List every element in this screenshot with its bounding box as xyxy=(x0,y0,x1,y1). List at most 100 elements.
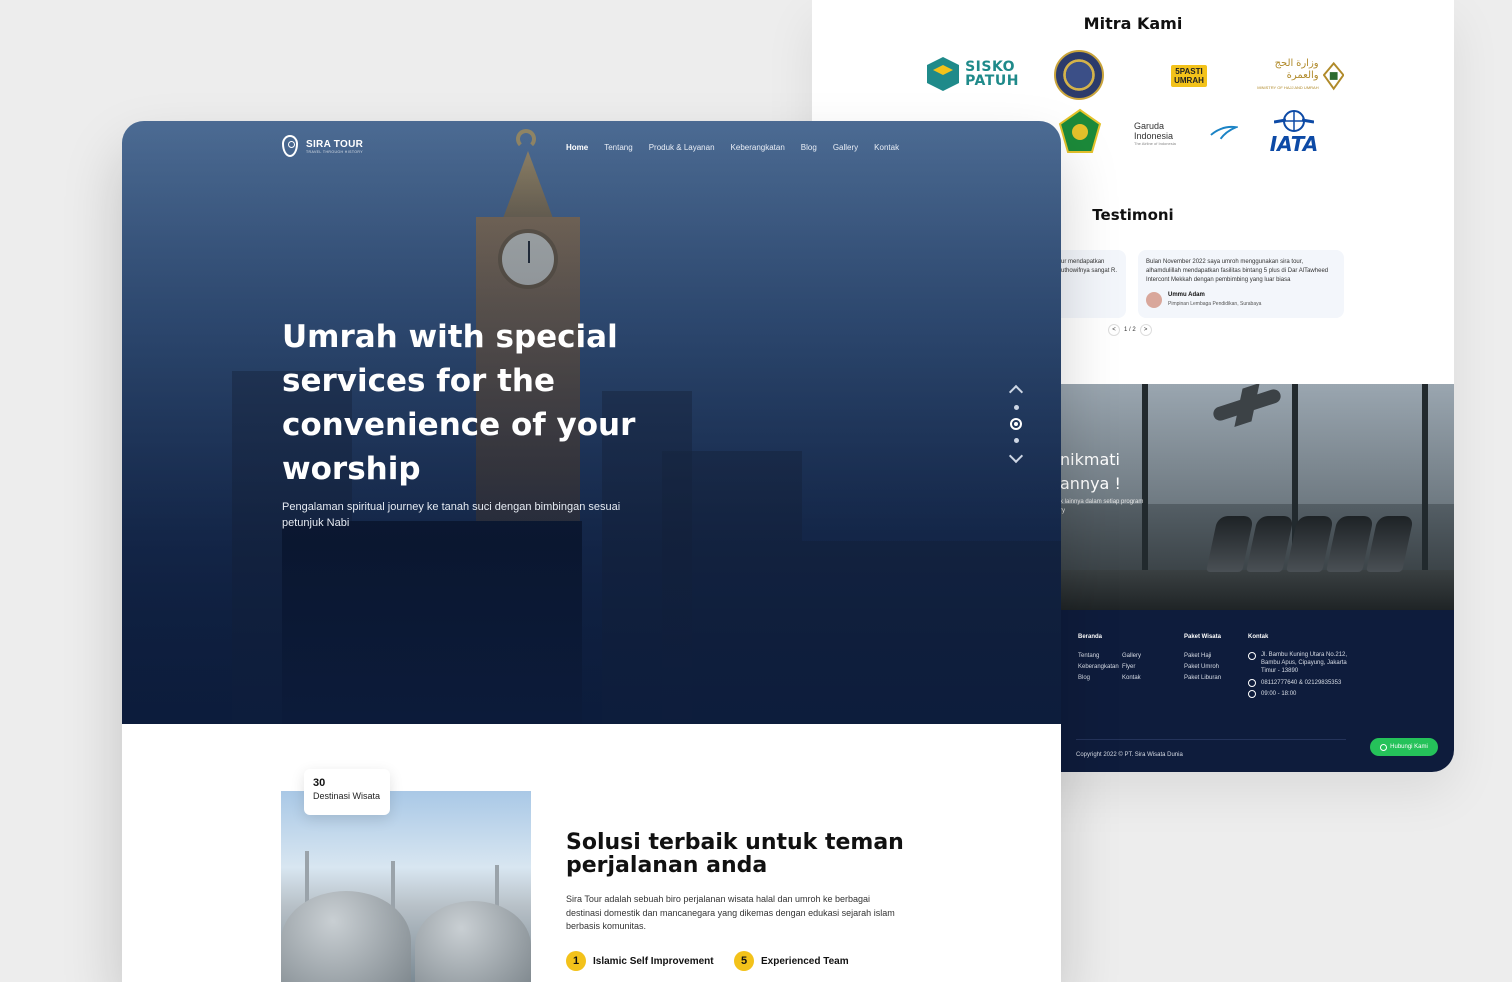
cta-sub-2: ry xyxy=(1060,508,1065,514)
iata-logo: IATA xyxy=(1256,108,1332,158)
sisko-text: SISKO xyxy=(965,59,1016,75)
nav-blog[interactable]: Blog xyxy=(801,143,817,152)
nav-keberangkatan[interactable]: Keberangkatan xyxy=(731,143,785,152)
nav-home[interactable]: Home xyxy=(566,143,588,152)
prev-button[interactable]: < xyxy=(1108,324,1120,336)
next-button[interactable]: > xyxy=(1139,324,1152,336)
footer-link[interactable]: Paket Umroh xyxy=(1184,662,1221,673)
testimonial-text: tour mendapatkan Muthowifnya sangat R. xyxy=(1056,259,1118,274)
cta-heading: nikmati annya ! xyxy=(1060,448,1121,496)
location-icon xyxy=(1248,652,1256,660)
partners-title: Mitra Kami xyxy=(1083,14,1183,33)
umrah-text: UMRAH xyxy=(1174,76,1204,85)
footer-address: Jl. Bambu Kuning Utara No.212, Bambu Apu… xyxy=(1261,652,1348,674)
front-page-preview: SIRA TOUR TRAVEL THROUGH HISTORY Home Te… xyxy=(122,121,1061,982)
garuda-name: Garuda Indonesia xyxy=(1134,120,1174,141)
location-pin-icon xyxy=(282,135,298,157)
brand-logo[interactable]: SIRA TOUR TRAVEL THROUGH HISTORY xyxy=(282,135,363,157)
clock-icon xyxy=(1248,690,1256,698)
footer-heading[interactable]: Beranda xyxy=(1078,632,1119,643)
destination-badge: 30 Destinasi Wisata xyxy=(304,769,390,815)
whatsapp-button[interactable]: Hubungi Kami xyxy=(1370,738,1438,756)
footer-link[interactable]: Paket Haji xyxy=(1184,651,1221,662)
nav-produk-layanan[interactable]: Produk & Layanan xyxy=(649,143,715,152)
chevron-up-icon[interactable] xyxy=(1008,384,1024,400)
feature-number: 1 xyxy=(566,951,586,971)
nav-kontak[interactable]: Kontak xyxy=(874,143,899,152)
nav-gallery[interactable]: Gallery xyxy=(833,143,858,152)
phone-icon xyxy=(1248,679,1256,687)
slide-dot[interactable] xyxy=(1013,438,1019,443)
hero-section: SIRA TOUR TRAVEL THROUGH HISTORY Home Te… xyxy=(122,121,1061,724)
ministry-hajj-logo: وزارة الحج والعمرة MINISTRY OF HAJJ AND … xyxy=(1242,56,1344,96)
sisko-patuh-logo: SISKO PATUH xyxy=(924,52,1020,96)
footer-link[interactable]: Blog xyxy=(1078,673,1119,684)
slider-controls xyxy=(1004,381,1028,467)
nav-tentang[interactable]: Tentang xyxy=(604,143,632,152)
mosque-photo xyxy=(281,791,531,982)
footer-link[interactable]: Flyer xyxy=(1122,662,1141,673)
footer-heading: Paket Wisata xyxy=(1184,634,1221,640)
main-nav: Home Tentang Produk & Layanan Keberangka… xyxy=(566,143,899,152)
slide-dot-active[interactable] xyxy=(1010,418,1022,430)
slide-dot[interactable] xyxy=(1013,405,1019,410)
cta-subtext: k lainnya dalam setiap program ry xyxy=(1060,498,1143,516)
5-pasti-umrah-logo: 5PASTI UMRAH xyxy=(1164,54,1214,98)
seat-image xyxy=(1366,516,1414,572)
feature-item: 5 Experienced Team xyxy=(734,951,849,971)
pasti-text: 5PASTI xyxy=(1175,67,1203,76)
footer-col-more: Gallery Flyer Kontak xyxy=(1122,651,1141,684)
solution-description: Sira Tour adalah sebuah biro perjalanan … xyxy=(566,894,895,931)
badge-number: 30 xyxy=(313,777,326,789)
footer-hours: 09:00 - 18:00 xyxy=(1261,691,1297,697)
whatsapp-label: Hubungi Kami xyxy=(1390,744,1428,750)
cta-line-2: annya ! xyxy=(1060,474,1121,493)
footer-col-beranda: Beranda Tentang Keberangkatan Blog xyxy=(1078,632,1119,684)
footer-divider xyxy=(1076,739,1346,740)
government-seal-logo xyxy=(1054,50,1104,100)
kaaba-emblem-icon xyxy=(1322,61,1344,91)
testimonial-author: Ummu Adam xyxy=(1168,292,1205,298)
pager-status: 1 / 2 xyxy=(1124,327,1136,333)
chevron-down-icon[interactable] xyxy=(1008,448,1024,464)
brand-name: SIRA TOUR xyxy=(306,138,364,150)
feature-label: Experienced Team xyxy=(761,955,849,967)
kemenag-logo xyxy=(1056,108,1104,156)
footer-link[interactable]: Kontak xyxy=(1122,673,1141,684)
footer-col-kontak: Kontak Jl. Bambu Kuning Utara No.212, Ba… xyxy=(1248,632,1348,700)
whatsapp-icon xyxy=(1380,743,1388,751)
hajj-english-text: MINISTRY OF HAJJ AND UMRAH xyxy=(1257,85,1319,90)
sisko-shield-icon xyxy=(927,57,960,91)
feature-label: Islamic Self Improvement xyxy=(593,955,714,967)
footer-link[interactable]: Paket Liburan xyxy=(1184,673,1221,684)
testimonial-pager: < 1 / 2 > xyxy=(1108,324,1152,336)
avatar xyxy=(1146,292,1162,308)
dome-image xyxy=(415,901,531,982)
globe-icon xyxy=(1274,110,1314,132)
garuda-wing-icon xyxy=(1210,125,1238,140)
badge-label: Destinasi Wisata xyxy=(313,791,381,801)
solution-title: Solusi terbaik untuk teman perjalanan an… xyxy=(566,830,904,878)
testimonial-role: Pimpinan Lembaga Pendidikan, Surabaya xyxy=(1168,301,1262,307)
footer-col-paket: Paket Wisata Paket Haji Paket Umroh Pake… xyxy=(1184,632,1221,684)
testimonial-text: Bulan November 2022 saya umroh menggunak… xyxy=(1146,259,1329,283)
footer-phone[interactable]: 08112777640 & 02129835353 xyxy=(1261,678,1341,689)
patuh-text: PATUH xyxy=(965,73,1019,89)
iata-text: IATA xyxy=(1269,132,1319,156)
footer-link[interactable]: Tentang xyxy=(1078,651,1119,662)
brand-tagline: TRAVEL THROUGH HISTORY xyxy=(306,149,364,154)
garuda-indonesia-logo: Garuda Indonesia The Airline of Indonesi… xyxy=(1134,118,1238,148)
hero-title: Umrah with special services for the conv… xyxy=(282,319,636,487)
footer-link[interactable]: Keberangkatan xyxy=(1078,662,1119,673)
footer-heading: Kontak xyxy=(1248,634,1269,640)
cta-line-1: nikmati xyxy=(1060,450,1120,469)
kemenag-emblem-icon xyxy=(1058,108,1102,153)
feature-number: 5 xyxy=(734,951,754,971)
footer-link[interactable]: Gallery xyxy=(1122,651,1141,662)
feature-item: 1 Islamic Self Improvement xyxy=(566,951,714,971)
hajj-arabic-text: وزارة الحج والعمرة xyxy=(1274,58,1319,81)
cta-sub-1: k lainnya dalam setiap program xyxy=(1060,499,1144,505)
hero-subtitle: Pengalaman spiritual journey ke tanah su… xyxy=(282,501,621,529)
testimonial-card: Bulan November 2022 saya umroh menggunak… xyxy=(1138,250,1344,318)
copyright: Copyright 2022 © PT. Sira Wisata Dunia xyxy=(1076,752,1183,758)
